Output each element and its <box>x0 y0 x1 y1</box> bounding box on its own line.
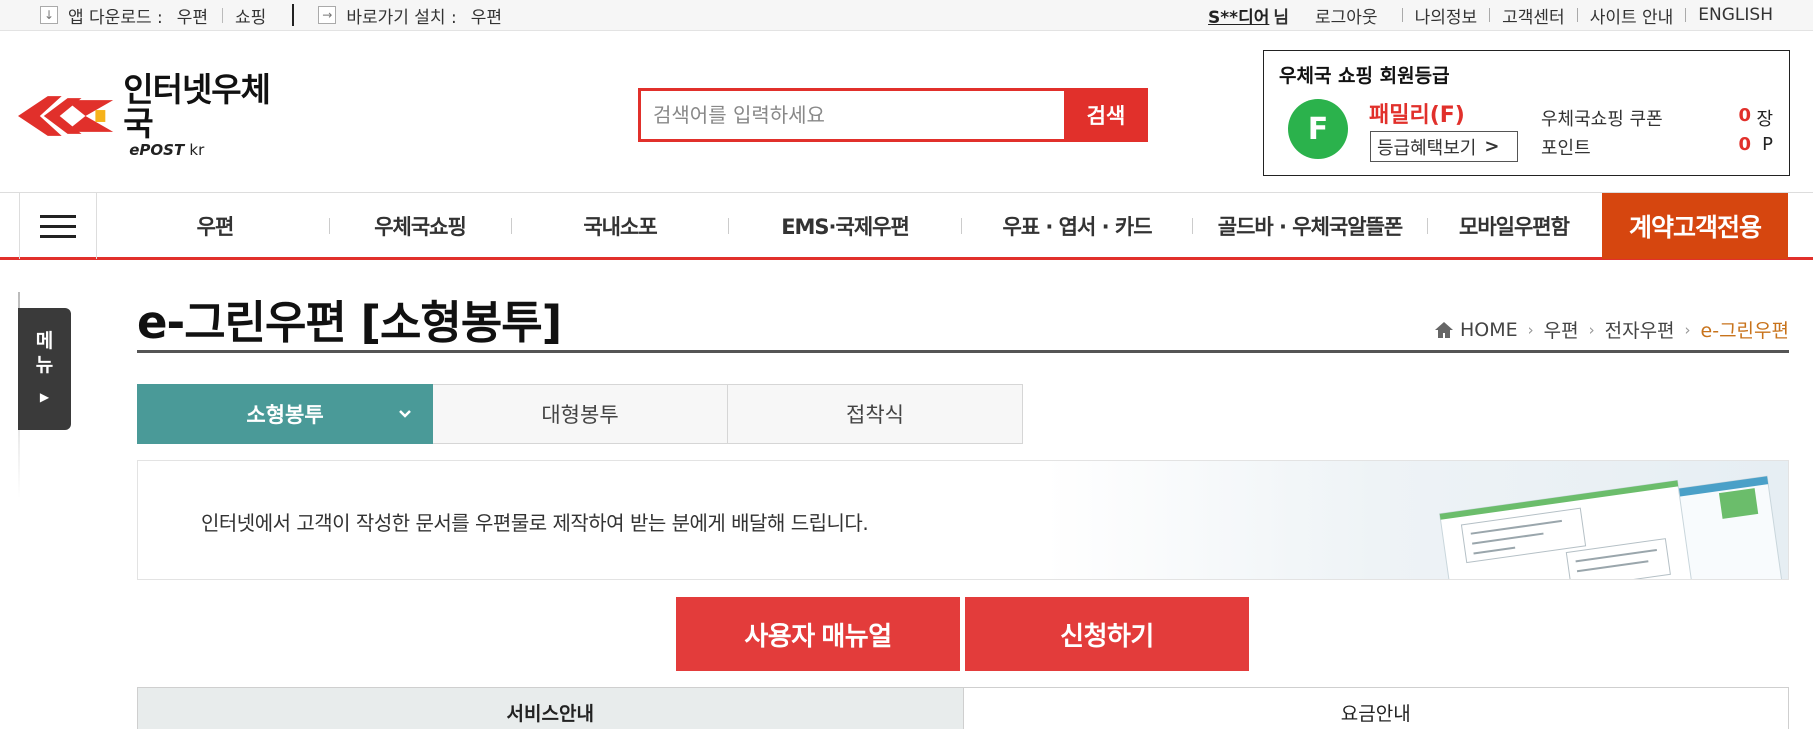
grade-benefit-button[interactable]: 등급혜택보기 > <box>1370 131 1518 162</box>
divider <box>292 4 295 26</box>
nav-item-post[interactable]: 우편 <box>120 193 310 259</box>
app-link-shopping[interactable]: 쇼핑 <box>235 3 266 28</box>
apply-button[interactable]: 신청하기 <box>965 597 1249 671</box>
logo-brand: ePOST <box>129 141 185 159</box>
grade-benefit-label: 등급혜택보기 <box>1377 137 1477 159</box>
point-row: 포인트 0 P <box>1541 134 1773 160</box>
chevron-down-icon <box>399 410 411 418</box>
info-tabs: 서비스안내 요금안내 <box>137 687 1789 729</box>
breadcrumb-home[interactable]: HOME <box>1460 319 1518 341</box>
breadcrumb: HOME › 우편 › 전자우편 › e-그린우편 <box>1434 316 1789 343</box>
tab-large-envelope[interactable]: 대형봉투 <box>432 384 728 444</box>
side-menu-label-1: 메 <box>35 330 54 352</box>
search-button[interactable]: 검색 <box>1064 88 1148 142</box>
hamburger-menu-icon[interactable] <box>19 193 97 259</box>
grade-badge: F <box>1288 99 1348 159</box>
point-value[interactable]: 0 <box>1738 134 1751 155</box>
logo-name: 인터넷우체국 <box>123 70 271 143</box>
page-title: e-그린우편 [소형봉투] <box>137 296 562 349</box>
divider <box>1489 8 1491 22</box>
chevron-right-icon: › <box>1527 320 1534 339</box>
logo-text: 인터넷우체국 ePOST kr <box>123 70 298 160</box>
intro-text: 인터넷에서 고객이 작성한 문서를 우편물로 제작하여 받는 분에게 배달해 드… <box>201 511 869 535</box>
tab-service-guide[interactable]: 서비스안내 <box>138 688 964 729</box>
shortcut-arrow-icon: → <box>318 6 337 24</box>
chevron-right-icon: › <box>1588 320 1595 339</box>
side-menu-label-2: 뉴 <box>35 354 54 376</box>
divider <box>1401 8 1403 22</box>
nav-item-ems[interactable]: EMS·국제우편 <box>729 193 961 259</box>
grade-title: 우체국 쇼핑 회원등급 <box>1279 65 1450 87</box>
shortcut-link-post[interactable]: 우편 <box>471 3 502 28</box>
coupon-count[interactable]: 0 <box>1738 105 1751 126</box>
top-bar-left: ↓ 앱 다운로드 : 우편 쇼핑 → 바로가기 설치 : 우편 <box>40 0 516 30</box>
caret-right-icon: ▶ <box>39 390 50 404</box>
tab-small-envelope[interactable]: 소형봉투 <box>137 384 433 444</box>
breadcrumb-post[interactable]: 우편 <box>1544 316 1579 343</box>
tab-label: 대형봉투 <box>541 403 619 427</box>
coupon-label: 우체국쇼핑 쿠폰 <box>1541 109 1663 130</box>
nav-item-mobile-mailbox[interactable]: 모바일우편함 <box>1428 193 1600 259</box>
nav-item-goldbar[interactable]: 골드바 · 우체국알뜰폰 <box>1193 193 1427 259</box>
service-intro-banner: 인터넷에서 고객이 작성한 문서를 우편물로 제작하여 받는 분에게 배달해 드… <box>137 460 1789 580</box>
site-logo[interactable]: 인터넷우체국 ePOST kr <box>18 73 298 159</box>
chevron-right-icon: > <box>1484 136 1500 157</box>
tab-label: 소형봉투 <box>246 403 324 427</box>
coupon-unit: 장 <box>1756 109 1773 130</box>
customer-center-link[interactable]: 고객센터 <box>1502 3 1565 28</box>
point-unit: P <box>1762 134 1773 155</box>
nav-item-domestic-parcel[interactable]: 국내소포 <box>512 193 728 259</box>
divider <box>1685 8 1687 22</box>
my-info-link[interactable]: 나의정보 <box>1415 3 1478 28</box>
breadcrumb-current: e-그린우편 <box>1700 320 1789 342</box>
user-name[interactable]: S**디어 <box>1208 3 1269 28</box>
member-grade-box: 우체국 쇼핑 회원등급 F 패밀리(F) 등급혜택보기 > 우체국쇼핑 쿠폰 0… <box>1263 50 1790 176</box>
divider <box>222 7 224 23</box>
nav-item-shopping[interactable]: 우체국쇼핑 <box>330 193 510 259</box>
english-link[interactable]: ENGLISH <box>1698 5 1773 25</box>
user-suffix: 님 <box>1273 7 1289 28</box>
main-navigation: 우편 우체국쇼핑 국내소포 EMS·국제우편 우표 · 엽서 · 카드 골드바 … <box>0 192 1813 260</box>
tab-adhesive[interactable]: 접착식 <box>727 384 1023 444</box>
coupon-row: 우체국쇼핑 쿠폰 0 장 <box>1541 105 1773 131</box>
user-manual-button[interactable]: 사용자 매뉴얼 <box>676 597 960 671</box>
tab-fee-guide[interactable]: 요금안내 <box>964 688 1789 729</box>
chevron-right-icon: › <box>1684 320 1691 339</box>
logout-link[interactable]: 로그아웃 <box>1315 3 1378 28</box>
logo-tld: kr <box>189 141 205 159</box>
app-download-label: 앱 다운로드 : <box>68 7 163 28</box>
divider <box>137 350 1789 353</box>
breadcrumb-electronic-post[interactable]: 전자우편 <box>1605 316 1675 343</box>
tab-label: 접착식 <box>846 403 904 427</box>
nav-item-stamps[interactable]: 우표 · 엽서 · 카드 <box>962 193 1192 259</box>
epost-logo-mark-icon <box>18 96 114 136</box>
shortcut-label: 바로가기 설치 : <box>346 7 457 28</box>
point-label: 포인트 <box>1541 138 1591 159</box>
download-icon: ↓ <box>40 6 58 24</box>
app-link-post[interactable]: 우편 <box>177 3 208 28</box>
home-icon <box>1435 321 1453 338</box>
divider <box>1576 8 1578 22</box>
site-guide-link[interactable]: 사이트 안내 <box>1590 3 1674 28</box>
top-utility-bar: ↓ 앱 다운로드 : 우편 쇼핑 → 바로가기 설치 : 우편 S**디어 님 … <box>0 0 1813 31</box>
search-input[interactable] <box>641 91 1064 139</box>
envelope-illustration <box>1439 475 1783 579</box>
nav-item-contract-customer[interactable]: 계약고객전용 <box>1602 193 1788 259</box>
search-bar: 검색 <box>638 88 1148 142</box>
grade-level-name: 패밀리(F) <box>1369 103 1465 128</box>
logo-domain: ePOST kr <box>129 141 298 159</box>
side-menu-toggle[interactable]: 메 뉴 ▶ <box>18 308 71 430</box>
top-bar-right: S**디어 님 로그아웃 나의정보 고객센터 사이트 안내 ENGLISH <box>1208 0 1773 30</box>
envelope-type-tabs: 소형봉투 대형봉투 접착식 <box>137 384 1023 444</box>
